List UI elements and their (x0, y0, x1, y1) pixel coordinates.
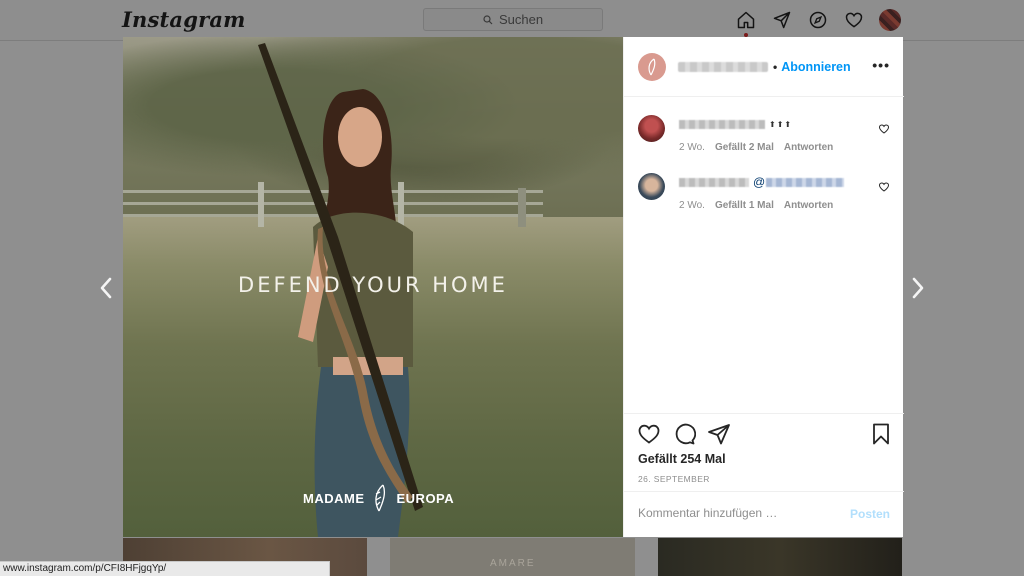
feather-logo-icon (374, 484, 385, 512)
comment-bubble-icon[interactable] (672, 422, 697, 446)
home-icon[interactable] (735, 9, 757, 31)
explore-icon[interactable] (807, 9, 829, 31)
action-icon-bar (637, 422, 731, 446)
comment-age: 2 Wo. (679, 200, 705, 211)
nav-icon-bar (735, 9, 901, 31)
post-likes-count[interactable]: Gefällt 254 Mal (638, 452, 726, 466)
direct-icon[interactable] (771, 9, 793, 31)
reply-button[interactable]: Antworten (784, 200, 833, 211)
search-box[interactable]: Suchen (423, 8, 603, 31)
grid-thumbnail[interactable]: AMARE (390, 538, 635, 576)
comment-meta: 2 Wo. Gefällt 2 Mal Antworten (679, 142, 833, 153)
more-options-button[interactable]: ••• (872, 57, 890, 73)
comment-like-heart-icon[interactable] (878, 181, 890, 193)
avatar (879, 9, 901, 31)
post-comment-button[interactable]: Posten (850, 507, 890, 521)
author-username-blurred[interactable] (678, 61, 768, 72)
brand-right-text: EUROPA (396, 490, 455, 506)
comment-likes[interactable]: Gefällt 2 Mal (715, 142, 774, 153)
image-caption: DEFEND YOUR HOME (238, 273, 508, 297)
save-bookmark-icon[interactable] (869, 422, 893, 446)
comment-like-heart-icon[interactable] (878, 123, 890, 135)
add-comment-bar: Posten (624, 491, 904, 538)
chevron-right-icon (912, 277, 924, 299)
status-bar-url: www.instagram.com/p/CFI8HFjgqYp/ (0, 561, 330, 576)
like-heart-icon[interactable] (637, 422, 661, 446)
comment-mention[interactable]: @ (753, 175, 845, 189)
activity-heart-icon[interactable] (843, 9, 865, 31)
post-actions: Gefällt 254 Mal 26. SEPTEMBER Posten (624, 413, 904, 537)
search-icon (483, 14, 493, 24)
comment-likes[interactable]: Gefällt 1 Mal (715, 200, 774, 211)
post-side-panel: • Abonnieren ••• ⬆⬆⬆ 2 Wo. Gefällt 2 Mal… (623, 37, 904, 537)
post-header: • Abonnieren ••• (624, 37, 904, 97)
post-date[interactable]: 26. SEPTEMBER (638, 474, 710, 484)
comment-age: 2 Wo. (679, 142, 705, 153)
comment-line: ⬆⬆⬆ (679, 118, 792, 130)
comment-meta: 2 Wo. Gefällt 1 Mal Antworten (679, 200, 833, 211)
top-navigation: Instagram Suchen (0, 0, 1024, 41)
mention-username-blurred (766, 177, 845, 187)
follow-button[interactable]: Abonnieren (781, 60, 850, 74)
commenter-avatar[interactable] (638, 115, 665, 142)
comment-line: @ (679, 175, 845, 189)
post-modal: DEFEND YOUR HOME MADAME EUROPA • Abonnie… (123, 37, 904, 537)
chevron-left-icon (100, 277, 112, 299)
thumbnail-text: AMARE (490, 558, 536, 569)
share-direct-icon[interactable] (707, 422, 731, 446)
previous-post-button[interactable] (95, 273, 117, 303)
commenter-avatar[interactable] (638, 173, 665, 200)
commenter-username-blurred[interactable] (679, 119, 765, 129)
reply-button[interactable]: Antworten (784, 142, 833, 153)
post-image[interactable]: DEFEND YOUR HOME MADAME EUROPA (123, 37, 623, 537)
mention-prefix: @ (753, 175, 766, 189)
profile-avatar[interactable] (879, 9, 901, 31)
brand-watermark: MADAME EUROPA (303, 484, 454, 512)
comment-input[interactable] (638, 506, 838, 520)
grid-thumbnail[interactable] (658, 538, 902, 576)
brand-left-text: MADAME (303, 490, 365, 506)
comment-text: ⬆⬆⬆ (769, 119, 793, 129)
instagram-logo[interactable]: Instagram (122, 7, 246, 32)
commenter-username-blurred[interactable] (679, 177, 749, 187)
search-placeholder: Suchen (498, 12, 544, 27)
author-avatar[interactable] (638, 52, 666, 81)
feather-logo-icon (648, 58, 656, 75)
separator-dot: • (773, 59, 778, 74)
next-post-button[interactable] (907, 273, 929, 303)
